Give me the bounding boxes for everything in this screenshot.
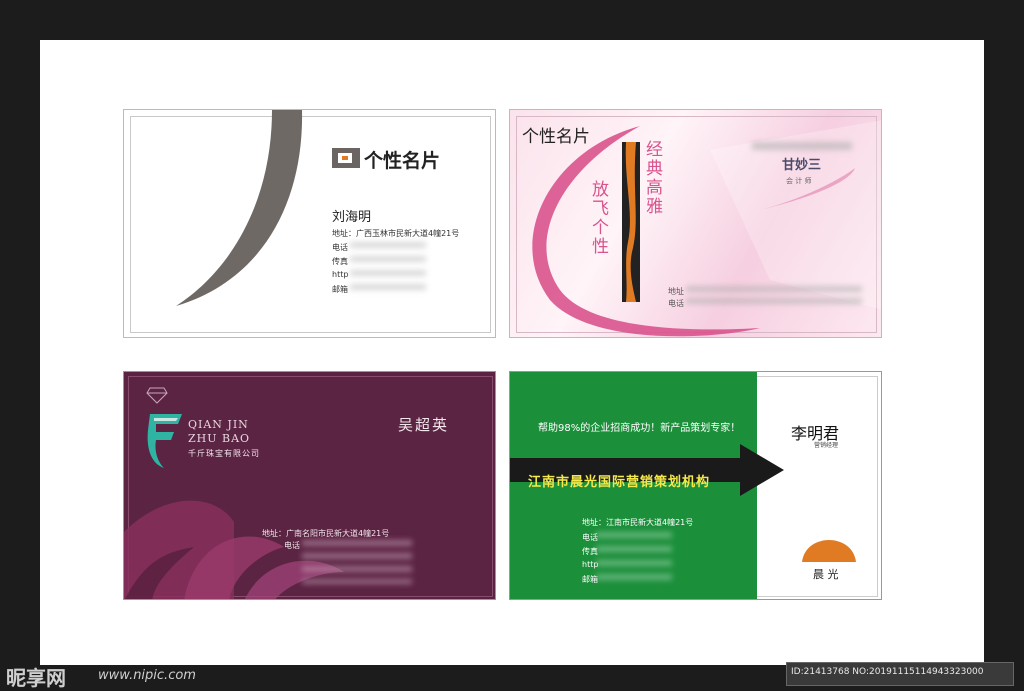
sunrise-logo-icon	[802, 540, 856, 562]
brand-name-line2: ZHU BAO	[188, 432, 251, 445]
card-title: 个性名片	[522, 127, 590, 147]
blurred-contact-info	[302, 540, 412, 584]
watermark-id-text: ID:21413768 NO:20191115114943323000	[791, 667, 984, 677]
person-position: 会 计 师	[786, 177, 812, 185]
business-card-3: QIAN JIN ZHU BAO 千斤珠宝有限公司 吴超英 地址：广南名阳市民新…	[123, 371, 496, 600]
company-name: 千斤珠宝有限公司	[188, 449, 260, 458]
diamond-icon	[146, 387, 168, 404]
blurred-contact-info	[686, 286, 862, 310]
business-card-4: 帮助98%的企业招商成功！新产品策划专家！ 江南市晨光国际营销策划机构 李明君 …	[509, 371, 882, 600]
logo-text: 晨 光	[813, 568, 839, 581]
decorative-arc	[176, 110, 303, 306]
phone-label: 电话	[284, 541, 300, 550]
person-name: 吴超英	[398, 416, 450, 434]
business-card-2: 个性名片 经典高雅 放飞个性 甘妙三 会 计 师 地址 电话	[509, 109, 882, 338]
person-position: 营销经理	[814, 442, 839, 449]
slogan-free: 放飞个性	[588, 180, 608, 256]
brand-logo-icon	[147, 414, 182, 468]
slogan-classic: 经典高雅	[642, 140, 662, 216]
email-label: 邮箱	[332, 285, 348, 294]
address-label: 地址	[668, 287, 684, 296]
banner-text: 江南市晨光国际营销策划机构	[528, 475, 711, 490]
blurred-text	[752, 142, 852, 150]
phone-label: 电话	[668, 299, 684, 308]
blurred-contact-info	[350, 242, 426, 294]
orange-wave-bar	[622, 142, 640, 302]
phone-label: 电话	[332, 243, 348, 252]
watermark-id-info: ID:21413768 NO:20191115114943323000	[786, 662, 1014, 686]
business-card-1: 个性名片 刘海明 地址：广西玉林市民新大道4幢21号 电话 传真 http 邮箱	[123, 109, 496, 338]
fax-label: 传真	[332, 257, 348, 266]
watermark-site: 昵享网	[6, 666, 66, 690]
watermark-url: www.nipic.com	[98, 668, 196, 683]
watermark-bar: 昵享网 www.nipic.com ID:21413768 NO:2019111…	[0, 660, 1024, 691]
logo-icon	[332, 148, 360, 168]
url-label: http	[332, 270, 349, 279]
logo-title: 个性名片	[364, 150, 441, 172]
slogan-text: 帮助98%的企业招商成功！新产品策划专家！	[538, 423, 741, 434]
address-line: 地址：广西玉林市民新大道4幢21号	[332, 229, 460, 238]
person-name: 甘妙三	[782, 158, 822, 173]
brand-name-line1: QIAN JIN	[188, 418, 249, 431]
address-line: 地址：江南市民新大道4幢21号	[582, 518, 694, 527]
address-line: 地址：广南名阳市民新大道4幢21号	[262, 529, 390, 538]
person-name: 刘海明	[332, 210, 372, 225]
blurred-contact-info	[596, 532, 672, 582]
